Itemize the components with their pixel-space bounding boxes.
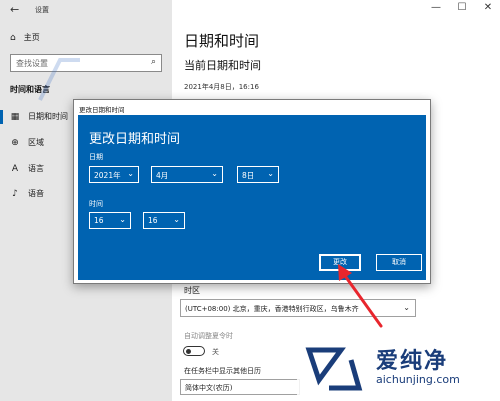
timezone-value: (UTC+08:00) 北京，重庆，香港特别行政区，乌鲁木齐 [185, 305, 359, 313]
dialog-heading: 更改日期和时间 [89, 132, 181, 147]
language-icon: A [11, 163, 19, 174]
sidebar-item-region[interactable]: ⊕ 区域 [10, 137, 44, 148]
day-select[interactable]: 8日 ⌄ [237, 166, 279, 183]
sidebar-item-label: 主页 [23, 33, 40, 42]
month-select[interactable]: 4月 ⌄ [151, 166, 223, 183]
minimize-button[interactable]: — [426, 2, 446, 13]
chevron-down-icon: ⌄ [173, 215, 180, 224]
search-icon: ⌕ [150, 57, 156, 67]
home-icon: ⌂ [10, 32, 16, 43]
day-value: 8日 [242, 171, 255, 180]
search-input[interactable]: 查找设置 ⌕ [10, 54, 162, 72]
hour-select[interactable]: 16 ⌄ [89, 212, 131, 229]
dst-toggle-state: 关 [212, 348, 219, 356]
timezone-select[interactable]: (UTC+08:00) 北京，重庆，香港特别行政区，乌鲁木齐 ⌄ [180, 299, 416, 317]
dialog-body: 更改日期和时间 日期 2021年 ⌄ 4月 ⌄ 8日 ⌄ 时间 16 ⌄ 16 … [78, 115, 426, 280]
sidebar-item-label: 日期和时间 [28, 112, 68, 121]
timezone-label: 时区 [184, 286, 200, 295]
hour-value: 16 [94, 216, 104, 225]
dialog-title: 更改日期和时间 [79, 106, 125, 114]
current-datetime-heading: 当前日期和时间 [184, 59, 261, 72]
chevron-down-icon: ⌄ [267, 169, 274, 178]
time-label: 时间 [89, 200, 103, 208]
sidebar-item-label: 区域 [28, 138, 44, 147]
chevron-down-icon: ⌄ [119, 215, 126, 224]
cancel-button[interactable]: 取消 [376, 254, 422, 271]
app-title: 设置 [35, 6, 49, 14]
watermark-logo-icon [305, 347, 363, 391]
sidebar-item-language[interactable]: A 语言 [10, 163, 44, 174]
sidebar-item-speech[interactable]: ♪ 语音 [10, 188, 44, 199]
calendar-select[interactable]: 简体中文(农历) [180, 379, 300, 395]
date-label: 日期 [89, 153, 103, 161]
watermark-brand: 爱纯净 [376, 349, 449, 374]
dst-label: 自动调整夏令时 [184, 332, 233, 340]
calendar-value: 简体中文(农历) [185, 384, 233, 392]
close-button[interactable]: ✕ [478, 2, 498, 13]
sidebar-section-title: 时间和语言 [10, 85, 50, 94]
sidebar-item-date-time[interactable]: ▦ 日期和时间 [10, 111, 68, 122]
active-indicator [0, 110, 3, 124]
chevron-down-icon: ⌄ [403, 303, 410, 312]
watermark-url: aichunjing.com [376, 373, 460, 386]
globe-icon: ⊕ [11, 137, 19, 148]
toggle-knob [186, 348, 191, 354]
calendar-label: 在任务栏中显示其他日历 [184, 367, 261, 375]
chevron-down-icon: ⌄ [127, 169, 134, 178]
minute-value: 16 [148, 216, 158, 225]
back-arrow-icon[interactable]: ← [10, 3, 19, 16]
maximize-button[interactable]: ☐ [452, 2, 472, 13]
calendar-icon: ▦ [10, 111, 20, 122]
change-button[interactable]: 更改 [319, 254, 361, 271]
sidebar-item-label: 语音 [28, 189, 44, 198]
microphone-icon: ♪ [12, 188, 18, 199]
minute-select[interactable]: 16 ⌄ [143, 212, 185, 229]
change-datetime-dialog: 更改日期和时间 更改日期和时间 日期 2021年 ⌄ 4月 ⌄ 8日 ⌄ 时间 … [73, 99, 431, 284]
sidebar-item-home[interactable]: ⌂ 主页 [10, 32, 40, 43]
title-bar: ← 设置 — ☐ ✕ [0, 0, 500, 20]
sidebar-item-label: 语言 [28, 164, 44, 173]
month-value: 4月 [156, 171, 169, 180]
page-title: 日期和时间 [184, 32, 260, 50]
search-placeholder: 查找设置 [16, 59, 48, 68]
year-select[interactable]: 2021年 ⌄ [89, 166, 139, 183]
year-value: 2021年 [94, 171, 121, 180]
chevron-down-icon: ⌄ [211, 169, 218, 178]
current-datetime-value: 2021年4月8日，16:16 [184, 83, 259, 91]
dst-toggle[interactable] [183, 346, 205, 356]
